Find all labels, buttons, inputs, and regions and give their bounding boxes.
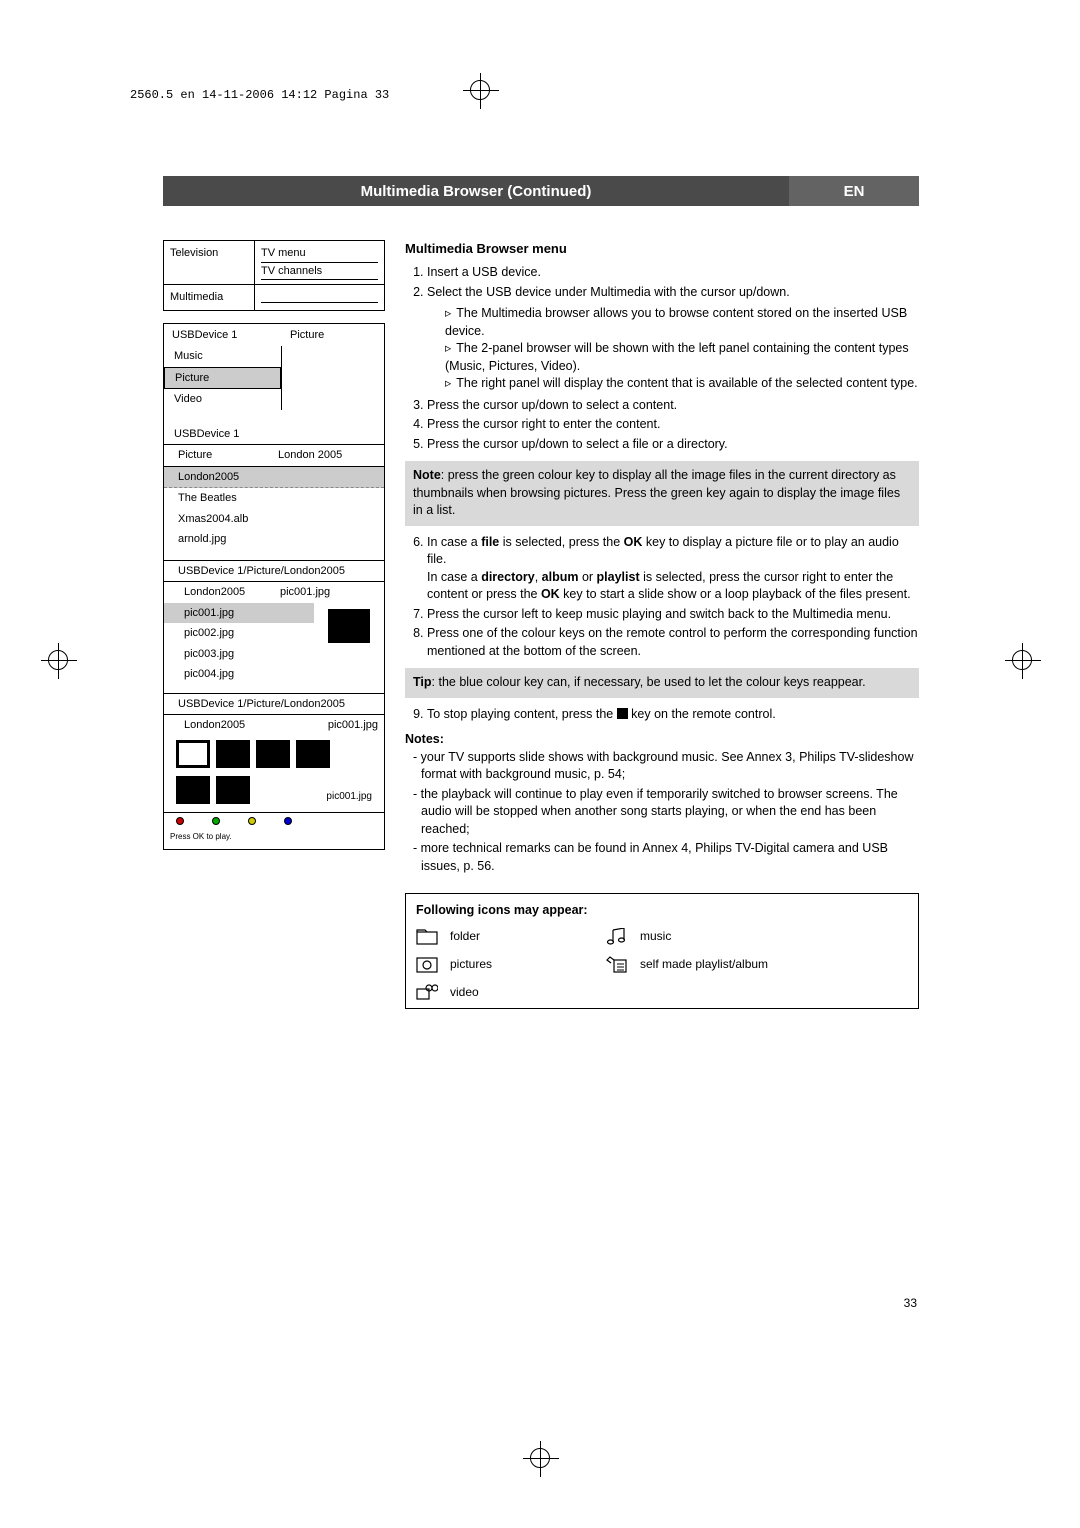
pictures-icon	[416, 957, 438, 973]
breadcrumb: USBDevice 1/Picture/London2005	[164, 693, 384, 716]
left-column: Television TV menu TV channels Multimedi…	[163, 240, 385, 862]
language-badge: EN	[789, 176, 919, 206]
playlist-icon	[606, 956, 628, 974]
icons-legend-title: Following icons may appear:	[416, 902, 908, 920]
video-icon-cell: video	[416, 984, 596, 1001]
list-item: The Beatles	[164, 488, 384, 509]
step: Press the cursor up/down to select a fil…	[427, 436, 919, 454]
list-item: arnold.jpg	[164, 529, 384, 550]
notes-header: Notes:	[405, 731, 919, 749]
blue-dot	[284, 817, 292, 825]
print-header: 2560.5 en 14-11-2006 14:12 Pagina 33	[130, 88, 389, 102]
usb-device-panel: USBDevice 1 Picture Music Picture Video …	[163, 323, 385, 850]
breadcrumb: USBDevice 1/Picture/London2005	[164, 560, 384, 583]
music-icon-cell: music	[606, 928, 908, 946]
page-title: Multimedia Browser (Continued)	[163, 176, 789, 206]
step: To stop playing content, press the key o…	[427, 706, 919, 724]
steps-list: Insert a USB device. Select the USB devi…	[405, 264, 919, 453]
section-title: Multimedia Browser menu	[405, 240, 919, 258]
triangle-icon: ▹	[445, 340, 453, 358]
crumb-right: pic001.jpg	[274, 582, 384, 603]
list-item: Xmas2004.alb	[164, 509, 384, 530]
thumbnail-row: pic001.jpg	[164, 772, 384, 808]
note-item: - more technical remarks can be found in…	[413, 840, 919, 875]
right-column: Multimedia Browser menu Insert a USB dev…	[405, 240, 919, 1009]
thumbnail-preview	[328, 609, 370, 643]
playlist-icon-cell: self made playlist/album	[606, 956, 908, 974]
usb-rtitle: Picture	[282, 324, 384, 347]
list-item: Video	[164, 389, 281, 410]
thumbnail-selected	[176, 740, 210, 768]
thumbnail	[216, 776, 250, 804]
thumb-hint: pic001.jpg	[256, 789, 372, 804]
color-key-dots	[164, 813, 384, 829]
icons-legend-box: Following icons may appear: folder music…	[405, 893, 919, 1009]
usb-subtitle: USBDevice 1	[164, 424, 384, 445]
steps-list-cont: In case a file is selected, press the OK…	[405, 534, 919, 661]
list-item-selected: Picture	[164, 367, 281, 390]
thumbnail	[176, 776, 210, 804]
video-icon	[416, 984, 438, 1000]
crumb-right: pic001.jpg	[294, 715, 384, 736]
note-item: - your TV supports slide shows with back…	[413, 749, 919, 784]
multimedia-label: Multimedia	[164, 285, 254, 310]
substep: ▹ The right panel will display the conte…	[445, 375, 919, 393]
step: In case a file is selected, press the OK…	[427, 534, 919, 604]
triangle-icon: ▹	[445, 375, 453, 393]
green-dot	[212, 817, 220, 825]
steps-list-cont2: To stop playing content, press the key o…	[405, 706, 919, 724]
list-item-selected: London2005	[164, 467, 384, 489]
tip-box: Tip: the blue colour key can, if necessa…	[405, 668, 919, 698]
folder-icon-cell: folder	[416, 928, 596, 946]
empty-slot	[261, 289, 378, 303]
yellow-dot	[248, 817, 256, 825]
panel-left-label: Television	[164, 241, 254, 284]
panel-right-group: TV menu TV channels	[254, 241, 384, 284]
list-item: pic004.jpg	[164, 664, 314, 685]
tv-menu-item: TV menu	[261, 245, 378, 263]
note-box: Note: press the green colour key to disp…	[405, 461, 919, 526]
substep: ▹ The Multimedia browser allows you to b…	[445, 305, 919, 340]
red-dot	[176, 817, 184, 825]
usb-title: USBDevice 1	[164, 324, 282, 347]
thumbnail-row	[164, 736, 384, 772]
triangle-icon: ▹	[445, 305, 453, 323]
step: Press the cursor left to keep music play…	[427, 606, 919, 624]
tv-channels-item: TV channels	[261, 263, 378, 281]
pictures-icon-cell: pictures	[416, 956, 596, 974]
list-item: pic003.jpg	[164, 644, 314, 665]
notes-list: - your TV supports slide shows with back…	[405, 749, 919, 876]
note-item: - the playback will continue to play eve…	[413, 786, 919, 839]
crumb-left: London2005	[164, 582, 274, 603]
sub-left: Picture	[164, 445, 272, 466]
substep: ▹ The 2-panel browser will be shown with…	[445, 340, 919, 375]
thumbnail	[216, 740, 250, 768]
press-ok-hint: Press OK to play.	[164, 829, 384, 845]
step: Press the cursor right to enter the cont…	[427, 416, 919, 434]
stop-key-icon	[617, 708, 628, 719]
step: Select the USB device under Multimedia w…	[427, 284, 919, 393]
register-mark-top	[470, 80, 490, 100]
title-bar: Multimedia Browser (Continued) EN	[163, 176, 919, 206]
step: Insert a USB device.	[427, 264, 919, 282]
step: Press one of the colour keys on the remo…	[427, 625, 919, 660]
list-item-selected: pic001.jpg	[164, 603, 314, 624]
page-number: 33	[904, 1296, 917, 1310]
register-mark-right	[1012, 650, 1032, 670]
thumbnail	[296, 740, 330, 768]
register-mark-bottom	[530, 1448, 550, 1468]
step: Press the cursor up/down to select a con…	[427, 397, 919, 415]
tv-menu-panel: Television TV menu TV channels Multimedi…	[163, 240, 385, 311]
folder-icon	[416, 929, 438, 945]
music-icon	[606, 928, 628, 946]
list-item: pic002.jpg	[164, 623, 314, 644]
thumbnail	[256, 740, 290, 768]
register-mark-left	[48, 650, 68, 670]
sub-right: London 2005	[272, 445, 384, 466]
crumb-left: London2005	[164, 715, 294, 736]
list-item: Music	[164, 346, 281, 367]
